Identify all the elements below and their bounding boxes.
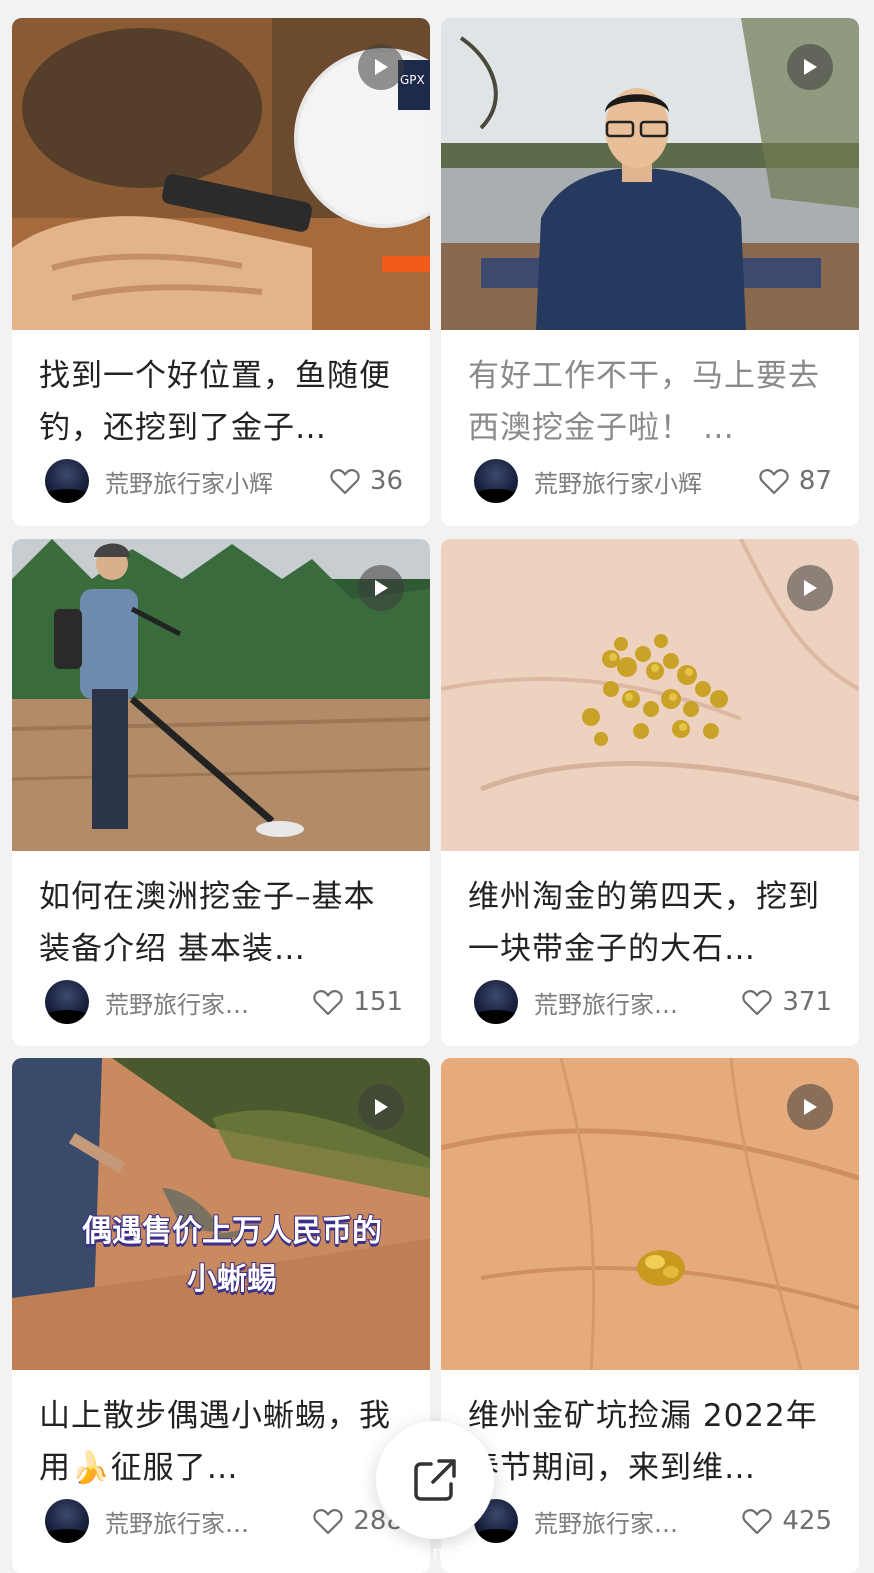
heart-icon <box>313 1508 344 1534</box>
video-card[interactable]: 如何在澳洲挖金子–基本装备介绍 基本装… 荒野旅行家… 151 <box>12 539 430 1046</box>
video-feed: GPX 11 找到一个好位置，鱼随便钓，还挖到了金子… 荒野旅行家小辉 36 <box>0 0 874 1573</box>
play-icon[interactable] <box>787 1084 833 1130</box>
play-icon[interactable] <box>787 44 833 90</box>
heart-icon <box>742 989 773 1015</box>
author-avatar[interactable] <box>45 459 89 503</box>
video-card[interactable]: 偶遇售价上万人民币的 小蜥蜴 山上散步偶遇小蜥蜴，我用🍌征服了… 荒野旅行家… … <box>12 1058 430 1573</box>
like-button[interactable]: 87 <box>759 466 832 496</box>
author-name[interactable]: 荒野旅行家… <box>105 1504 313 1539</box>
caption-line-1: 偶遇售价上万人民币的 <box>81 1213 383 1250</box>
author-name[interactable]: 荒野旅行家… <box>534 1504 742 1539</box>
card-footer: 荒野旅行家… 288 <box>45 1498 405 1544</box>
like-button[interactable]: 371 <box>742 987 832 1017</box>
video-thumbnail[interactable]: 偶遇售价上万人民币的 小蜥蜴 <box>12 1058 430 1370</box>
heart-icon <box>313 989 344 1015</box>
author-avatar[interactable] <box>45 1499 89 1543</box>
play-icon[interactable] <box>787 565 833 611</box>
share-button[interactable] <box>376 1421 494 1539</box>
like-count: 87 <box>798 466 832 496</box>
author-name[interactable]: 荒野旅行家小辉 <box>105 464 330 499</box>
video-thumbnail[interactable] <box>441 18 859 330</box>
heart-icon <box>330 468 360 494</box>
video-title[interactable]: 维州淘金的第四天，挖到一块带金子的大石… <box>468 871 836 975</box>
video-thumbnail[interactable] <box>12 539 430 851</box>
author-avatar[interactable] <box>474 980 518 1024</box>
thumbnail-caption: 偶遇售价上万人民币的 小蜥蜴 <box>42 1208 422 1304</box>
like-count: 36 <box>369 466 403 496</box>
share-icon <box>414 1459 456 1501</box>
card-footer: 荒野旅行家… 371 <box>474 979 834 1025</box>
video-title[interactable]: 有好工作不干，马上要去西澳挖金子啦！ … <box>468 350 836 454</box>
card-footer: 荒野旅行家… 425 <box>474 1498 834 1544</box>
video-title[interactable]: 如何在澳洲挖金子–基本装备介绍 基本装… <box>39 871 407 975</box>
heart-icon <box>742 1508 773 1534</box>
video-title[interactable]: 山上散步偶遇小蜥蜴，我用🍌征服了… <box>39 1390 407 1494</box>
like-count: 425 <box>782 1506 832 1536</box>
like-count: 151 <box>353 987 403 1017</box>
play-icon[interactable] <box>358 1084 404 1130</box>
card-footer: 荒野旅行家… 151 <box>45 979 405 1025</box>
like-button[interactable]: 36 <box>330 466 403 496</box>
video-title[interactable]: 找到一个好位置，鱼随便钓，还挖到了金子… <box>39 350 407 454</box>
heart-icon <box>759 468 789 494</box>
card-footer: 荒野旅行家小辉 36 <box>45 458 405 504</box>
video-card[interactable]: 维州淘金的第四天，挖到一块带金子的大石… 荒野旅行家… 371 <box>441 539 859 1046</box>
video-thumbnail[interactable]: GPX 11 <box>12 18 430 330</box>
watermark: Chi na2au <box>385 1543 492 1564</box>
like-count: 371 <box>782 987 832 1017</box>
play-icon[interactable] <box>358 44 404 90</box>
author-name[interactable]: 荒野旅行家… <box>534 985 742 1020</box>
video-thumbnail[interactable] <box>441 1058 859 1370</box>
video-card[interactable]: GPX 11 找到一个好位置，鱼随便钓，还挖到了金子… 荒野旅行家小辉 36 <box>12 18 430 526</box>
video-title[interactable]: 维州金矿坑捡漏 2022年春节期间，来到维… <box>468 1390 836 1494</box>
video-thumbnail[interactable] <box>441 539 859 851</box>
play-icon[interactable] <box>358 565 404 611</box>
card-footer: 荒野旅行家小辉 87 <box>474 458 834 504</box>
author-name[interactable]: 荒野旅行家小辉 <box>534 464 759 499</box>
detector-label: GPX 11 <box>400 73 430 87</box>
video-card[interactable]: 有好工作不干，马上要去西澳挖金子啦！ … 荒野旅行家小辉 87 <box>441 18 859 526</box>
video-card[interactable]: 维州金矿坑捡漏 2022年春节期间，来到维… 荒野旅行家… 425 <box>441 1058 859 1573</box>
author-name[interactable]: 荒野旅行家… <box>105 985 313 1020</box>
author-avatar[interactable] <box>474 459 518 503</box>
author-avatar[interactable] <box>45 980 89 1024</box>
like-button[interactable]: 151 <box>313 987 403 1017</box>
caption-line-2: 小蜥蜴 <box>186 1261 278 1298</box>
like-button[interactable]: 425 <box>742 1506 832 1536</box>
